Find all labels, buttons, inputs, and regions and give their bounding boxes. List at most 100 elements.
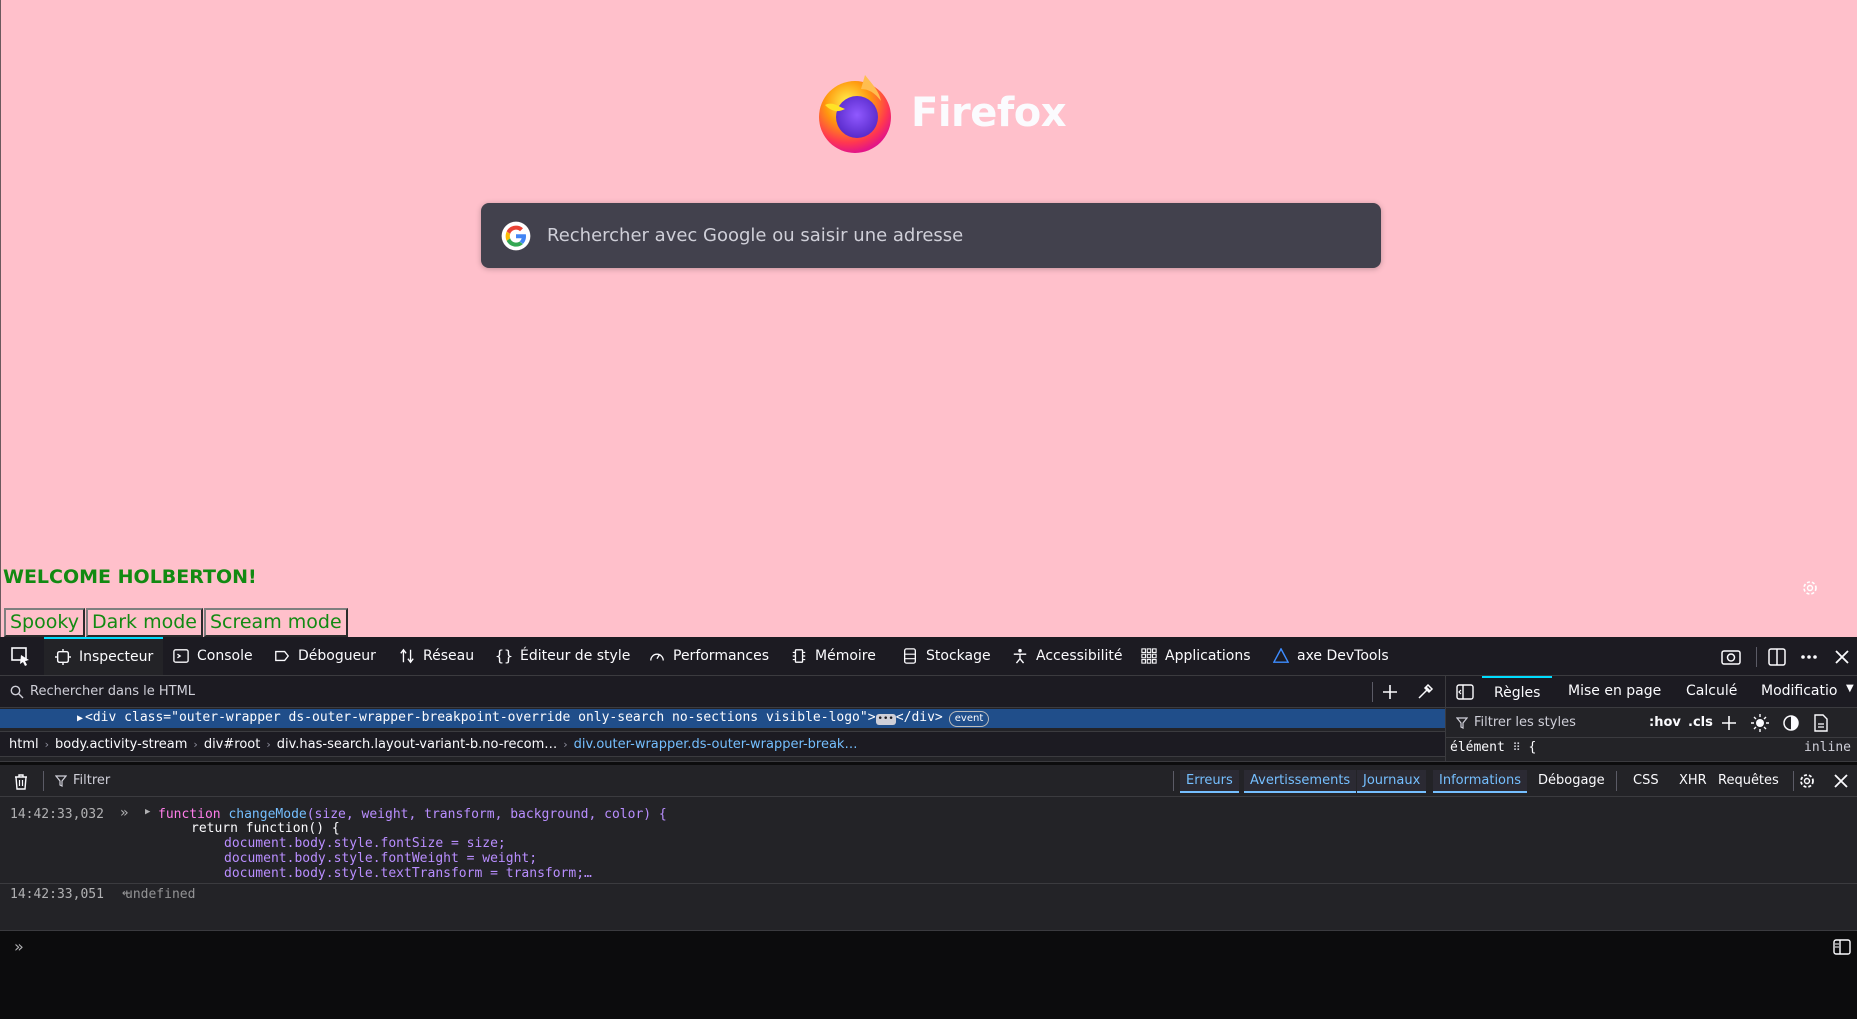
expand-arrow-icon[interactable]: ▶ — [77, 713, 83, 724]
tab-label: Console — [197, 648, 253, 664]
console-divider — [1616, 771, 1617, 791]
console-timestamp: 14:42:33,051 — [10, 887, 104, 902]
breadcrumb-html[interactable]: html — [0, 737, 45, 752]
tab-calcule[interactable]: Calculé — [1686, 683, 1737, 699]
breadcrumb-outer-wrapper[interactable]: div.outer-wrapper.ds-outer-wrapper-break… — [568, 737, 864, 752]
close-devtools-icon[interactable] — [1831, 646, 1853, 668]
filter-requetes[interactable]: Requêtes — [1712, 765, 1785, 796]
console-filter-input[interactable]: Filtrer — [73, 773, 110, 788]
tab-memoire[interactable]: Mémoire — [790, 637, 876, 675]
chevron-down-icon[interactable]: ▼ — [1846, 683, 1854, 694]
html-search-placeholder[interactable]: Rechercher dans le HTML — [30, 684, 195, 699]
code-line-4: document.body.style.fontWeight = weight; — [224, 851, 538, 866]
screenshot-icon[interactable] — [1720, 646, 1742, 668]
devtools-panel: Inspecteur Console Débogueur Réseau {} É… — [0, 637, 1857, 1019]
console-row-divider — [0, 883, 1857, 884]
tab-axe-devtools[interactable]: axe DevTools — [1272, 637, 1389, 675]
breadcrumb-body[interactable]: body.activity-stream — [49, 737, 193, 752]
filter-xhr[interactable]: XHR — [1673, 765, 1713, 796]
filter-label: Erreurs — [1180, 770, 1239, 793]
tab-regles[interactable]: Règles — [1482, 676, 1553, 708]
breadcrumb-has-search[interactable]: div.has-search.layout-variant-b.no-recom… — [271, 737, 564, 752]
filter-css[interactable]: CSS — [1627, 765, 1665, 796]
breadcrumb-root[interactable]: div#root — [198, 737, 267, 752]
html-search[interactable]: Rechercher dans le HTML — [10, 684, 195, 699]
tab-label: Inspecteur — [79, 649, 154, 665]
style-editor-icon: {} — [494, 647, 514, 665]
tab-console[interactable]: Console — [172, 637, 253, 675]
console-output: 14:42:33,032 » ▶ function changeMode(siz… — [0, 797, 1857, 945]
eyedropper-icon[interactable] — [1416, 683, 1434, 701]
filter-journaux[interactable]: Journaux — [1357, 765, 1427, 796]
filter-erreurs[interactable]: Erreurs — [1180, 765, 1239, 796]
filter-icon — [55, 775, 67, 787]
console-settings-icon[interactable] — [1797, 771, 1817, 791]
console-divider — [1793, 771, 1794, 791]
tab-accessibilite[interactable]: Accessibilité — [1011, 637, 1122, 675]
function-params: (size, weight, transform, background, co… — [306, 807, 667, 822]
cls-button[interactable]: .cls — [1688, 715, 1713, 730]
rules-pane: Règles Mise en page Calculé Modificatio … — [1445, 676, 1857, 761]
filter-debogage[interactable]: Débogage — [1532, 765, 1611, 796]
filter-label: Requêtes — [1718, 773, 1779, 788]
selected-markup-node[interactable]: ▶ <div class="outer-wrapper ds-outer-wrap… — [0, 709, 1445, 728]
filter-informations[interactable]: Informations — [1433, 765, 1528, 796]
filter-label: XHR — [1679, 773, 1707, 788]
search-icon — [10, 685, 24, 698]
tab-label: Performances — [673, 648, 770, 664]
add-rule-icon[interactable] — [1721, 715, 1737, 731]
rule-open-brace: { — [1528, 740, 1537, 755]
tab-performances[interactable]: Performances — [648, 637, 769, 675]
hov-button[interactable]: :hov — [1649, 715, 1681, 730]
light-mode-icon[interactable] — [1751, 714, 1769, 732]
code-line-5: document.body.style.textTransform = tran… — [224, 866, 592, 881]
console-filter-bar: Filtrer Erreurs Avertissements Journaux … — [0, 765, 1857, 797]
dark-mode-button[interactable]: Dark mode — [85, 608, 203, 637]
network-icon — [398, 647, 416, 665]
ellipsis-badge[interactable]: ••• — [875, 714, 896, 725]
function-name: changeMode — [228, 807, 307, 822]
filter-styles-input[interactable]: Filtrer les styles — [1474, 715, 1576, 730]
more-options-icon[interactable] — [1798, 646, 1820, 668]
tab-editeur-de-style[interactable]: {} Éditeur de style — [495, 637, 630, 675]
inspector-icon — [54, 648, 72, 666]
filter-avertissements[interactable]: Avertissements — [1244, 765, 1357, 796]
tab-mise-en-page[interactable]: Mise en page — [1568, 683, 1661, 699]
keyword-function: function — [158, 807, 221, 822]
expand-arrow-icon[interactable]: ▶ — [145, 807, 150, 817]
tab-inspecteur[interactable]: Inspecteur — [44, 637, 164, 675]
tab-debogueur[interactable]: Débogueur — [273, 637, 376, 675]
print-media-icon[interactable] — [1813, 714, 1829, 732]
trash-icon[interactable] — [13, 773, 29, 790]
editor-mode-icon[interactable] — [1833, 939, 1851, 955]
close-split-console-icon[interactable] — [1833, 773, 1849, 789]
search-divider — [1372, 682, 1373, 702]
grid-highlight-icon[interactable]: ⠿ — [1513, 741, 1521, 754]
element-picker-icon[interactable] — [10, 646, 32, 668]
dark-mode-icon[interactable] — [1782, 714, 1800, 732]
welcome-heading: WELCOME HOLBERTON! — [3, 566, 257, 588]
add-node-icon[interactable] — [1381, 683, 1399, 701]
search-placeholder[interactable]: Rechercher avec Google ou saisir une adr… — [547, 225, 963, 246]
event-badge[interactable]: event — [948, 711, 990, 727]
code-line-3: document.body.style.fontSize = size; — [224, 836, 506, 851]
memory-icon — [790, 647, 808, 665]
tab-applications[interactable]: Applications — [1140, 637, 1251, 675]
search-bar[interactable]: Rechercher avec Google ou saisir une adr… — [481, 203, 1381, 268]
filter-label: Débogage — [1538, 773, 1605, 788]
accessibility-icon — [1011, 647, 1029, 665]
tab-reseau[interactable]: Réseau — [398, 637, 474, 675]
mode-buttons: Spooky Dark mode Scream mode — [4, 608, 349, 637]
scream-mode-button[interactable]: Scream mode — [203, 608, 348, 637]
rules-element-selector: élément ⠿ { — [1450, 740, 1536, 755]
tab-stockage[interactable]: Stockage — [901, 637, 991, 675]
dock-icon[interactable] — [1766, 646, 1788, 668]
console-input[interactable]: » — [0, 930, 1857, 1019]
tab-modifications[interactable]: Modificatio — [1761, 683, 1837, 699]
spooky-button[interactable]: Spooky — [4, 608, 85, 637]
filter-label: Avertissements — [1244, 770, 1357, 793]
toggle-sidebar-icon[interactable] — [1456, 684, 1474, 700]
filter-label: Journaux — [1357, 770, 1427, 793]
gear-icon[interactable] — [1800, 578, 1820, 598]
firefox-wordmark: Firefox — [911, 90, 1067, 136]
